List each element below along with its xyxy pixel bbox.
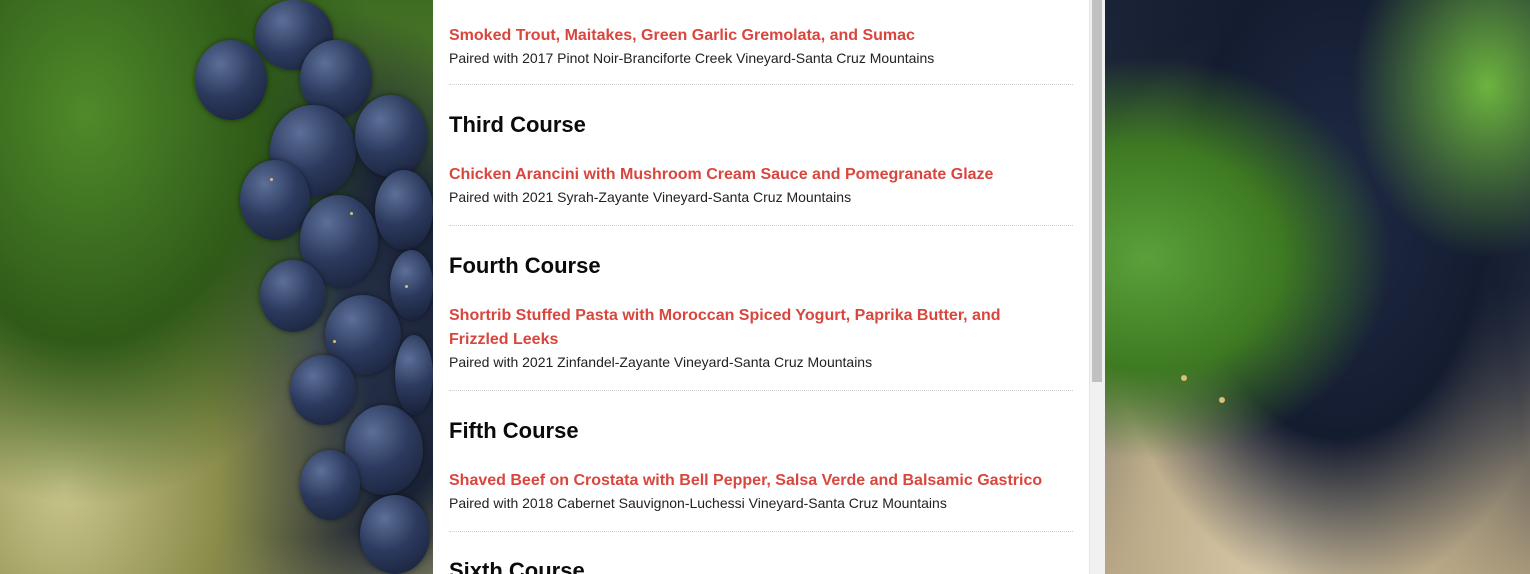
divider: [449, 531, 1073, 532]
background-left-grapes: [0, 0, 433, 574]
vertical-scrollbar[interactable]: [1089, 0, 1105, 574]
course-fourth: Fourth Course Shortrib Stuffed Pasta wit…: [449, 252, 1073, 372]
dish-title: Chicken Arancini with Mushroom Cream Sau…: [449, 166, 994, 183]
wine-pairing: Paired with 2018 Cabernet Sauvignon-Luch…: [449, 495, 947, 511]
dish-title: Smoked Trout, Maitakes, Green Garlic Gre…: [449, 27, 915, 44]
course-third: Third Course Chicken Arancini with Mushr…: [449, 111, 1073, 207]
course-sixth: Sixth Course: [449, 557, 1073, 574]
course-heading: Third Course: [449, 112, 586, 137]
dish-title: Shortrib Stuffed Pasta with Moroccan Spi…: [449, 307, 1001, 348]
divider: [449, 84, 1073, 85]
scrollbar-thumb[interactable]: [1092, 0, 1102, 382]
wine-pairing: Paired with 2017 Pinot Noir-Branciforte …: [449, 50, 935, 66]
divider: [449, 225, 1073, 226]
background-right-vines: [1104, 0, 1530, 574]
divider: [449, 390, 1073, 391]
wine-pairing: Paired with 2021 Zinfandel-Zayante Viney…: [449, 354, 873, 370]
course-heading: Sixth Course: [449, 558, 585, 574]
menu-panel: Smoked Trout, Maitakes, Green Garlic Gre…: [433, 0, 1089, 574]
course-fifth: Fifth Course Shaved Beef on Crostata wit…: [449, 417, 1073, 513]
course-heading: Fourth Course: [449, 253, 601, 278]
wine-pairing: Paired with 2021 Syrah-Zayante Vineyard-…: [449, 189, 852, 205]
course-heading: Fifth Course: [449, 418, 579, 443]
menu-item-second-course: Smoked Trout, Maitakes, Green Garlic Gre…: [449, 24, 1073, 68]
dish-title: Shaved Beef on Crostata with Bell Pepper…: [449, 472, 1043, 489]
